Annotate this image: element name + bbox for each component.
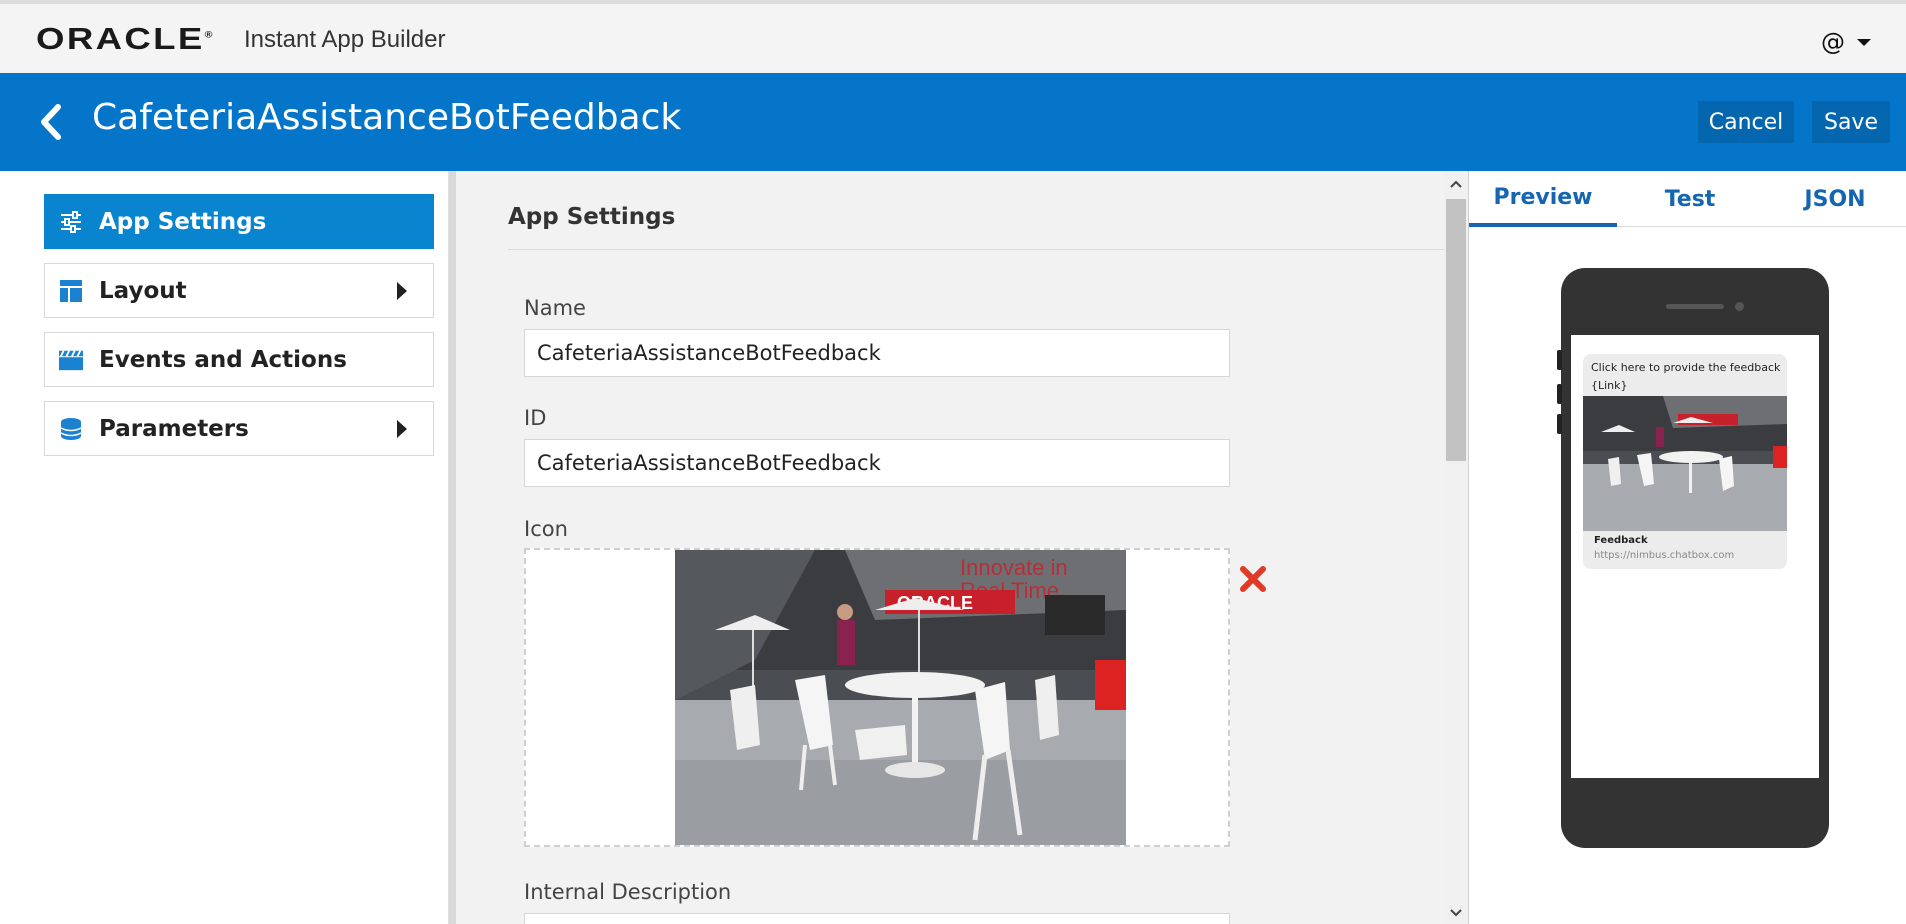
sidebar-item-label: Parameters — [99, 415, 249, 442]
icon-label: Icon — [524, 517, 568, 541]
chat-message-text: Click here to provide the feedback {Link… — [1591, 361, 1781, 392]
phone-side-button — [1557, 414, 1562, 434]
sidebar-item-layout[interactable]: Layout — [44, 263, 434, 318]
phone-screen: Click here to provide the feedback {Link… — [1571, 335, 1819, 778]
oracle-logo: ORACLE® — [36, 20, 213, 56]
cancel-button[interactable]: Cancel — [1698, 101, 1794, 143]
remove-icon[interactable] — [1238, 564, 1268, 594]
svg-text:Innovate in: Innovate in — [960, 555, 1068, 580]
internal-description-field[interactable] — [524, 913, 1230, 924]
name-field[interactable]: CafeteriaAssistanceBotFeedback — [524, 329, 1230, 377]
sidebar-item-label: Layout — [99, 277, 187, 304]
sidebar-item-label: Events and Actions — [99, 346, 347, 373]
tab-test[interactable]: Test — [1617, 171, 1763, 227]
section-divider — [508, 249, 1444, 250]
card-image — [1583, 396, 1787, 531]
user-symbol: @ — [1821, 28, 1845, 56]
chat-message-card[interactable]: Click here to provide the feedback {Link… — [1583, 354, 1787, 569]
scroll-up-icon[interactable] — [1449, 179, 1463, 189]
tab-json[interactable]: JSON — [1763, 171, 1906, 227]
phone-mockup: Click here to provide the feedback {Link… — [1557, 268, 1829, 848]
phone-side-button — [1557, 350, 1562, 370]
preview-panel: Preview Test JSON Click here to provide … — [1468, 171, 1906, 924]
sidebar-item-app-settings[interactable]: App Settings — [44, 194, 434, 249]
sidebar-item-label: App Settings — [99, 208, 267, 235]
preview-tabs: Preview Test JSON — [1469, 171, 1906, 227]
section-title: App Settings — [508, 204, 676, 230]
tab-preview[interactable]: Preview — [1469, 171, 1617, 227]
sidebar-item-parameters[interactable]: Parameters — [44, 401, 434, 456]
sliders-icon — [59, 210, 83, 234]
phone-camera — [1735, 302, 1744, 311]
id-field[interactable]: CafeteriaAssistanceBotFeedback — [524, 439, 1230, 487]
icon-dropzone[interactable]: Innovate in Real Time. ORACLE — [524, 548, 1266, 847]
scrollbar-thumb[interactable] — [1446, 199, 1466, 461]
product-name: Instant App Builder — [244, 26, 446, 53]
scroll-down-icon[interactable] — [1449, 908, 1463, 918]
chevron-left-icon[interactable] — [38, 103, 64, 141]
card-title: Feedback — [1594, 535, 1648, 546]
phone-speaker — [1666, 304, 1724, 309]
pane-divider[interactable] — [449, 171, 456, 924]
internal-description-label: Internal Description — [524, 880, 732, 904]
database-icon — [59, 417, 83, 441]
save-button[interactable]: Save — [1812, 101, 1890, 143]
user-menu[interactable]: @ — [1821, 28, 1871, 56]
clapperboard-icon — [59, 348, 83, 372]
id-label: ID — [524, 406, 547, 430]
caret-right-icon — [397, 420, 407, 438]
caret-right-icon — [397, 282, 407, 300]
phone-side-button — [1557, 384, 1562, 404]
caret-down-icon — [1857, 38, 1871, 46]
sidebar-item-events-and-actions[interactable]: Events and Actions — [44, 332, 434, 387]
card-url[interactable]: https://nimbus.chatbox.com — [1594, 550, 1734, 561]
page-title: CafeteriaAssistanceBotFeedback — [92, 97, 682, 138]
main-scrollbar[interactable] — [1444, 171, 1468, 924]
settings-panel: App Settings Name CafeteriaAssistanceBot… — [456, 171, 1444, 924]
page-header: CafeteriaAssistanceBotFeedback Cancel Sa… — [0, 73, 1906, 171]
layout-icon — [59, 279, 83, 303]
sidebar: App Settings Layout Events and Actions P… — [0, 171, 449, 924]
top-bar: ORACLE® Instant App Builder @ — [0, 0, 1906, 73]
cafeteria-image: Innovate in Real Time. ORACLE — [675, 550, 1126, 845]
name-label: Name — [524, 296, 586, 320]
